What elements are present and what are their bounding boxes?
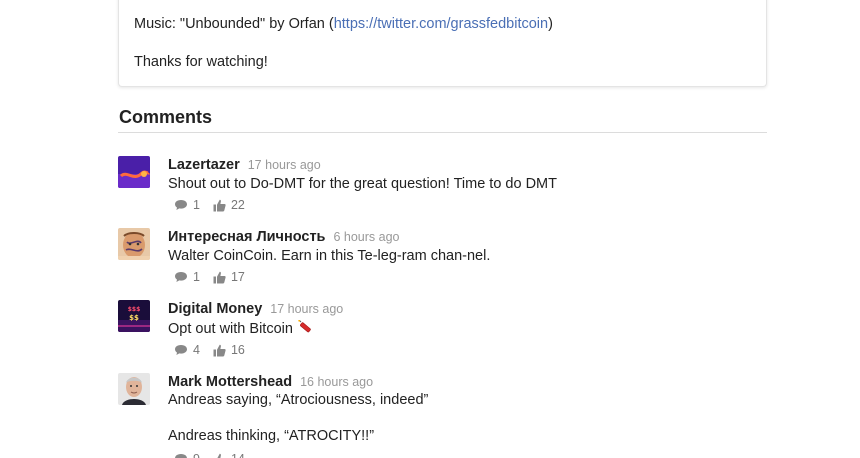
like-count: 17 [230, 270, 245, 284]
comment-actions: 1 17 [174, 270, 258, 284]
thanks-text: Thanks for watching! [134, 54, 268, 70]
like-count: 22 [230, 198, 245, 212]
comments-divider [118, 132, 767, 133]
comment-meta: Digital Money 17 hours ago [168, 300, 343, 318]
comment-author[interactable]: Mark Mottershead [168, 374, 292, 390]
like-icon[interactable] [213, 271, 226, 284]
comment-text: Walter CoinCoin. Earn in this Te-leg-ram… [168, 248, 491, 264]
like-icon[interactable] [213, 344, 226, 357]
comment-author[interactable]: Интересная Личность [168, 229, 325, 245]
music-credit-link[interactable]: https://twitter.com/grassfedbitcoin [334, 16, 548, 32]
video-description-card: Music: "Unbounded" by Orfan (https://twi… [118, 0, 767, 87]
comment-text: Andreas saying, “Atrociousness, indeed” [168, 392, 429, 408]
neon-money-avatar[interactable]: $$$ $$ [118, 300, 150, 332]
reply-icon[interactable] [174, 344, 188, 356]
comment-meta: Интересная Личность 6 hours ago [168, 228, 400, 246]
comment-text: Andreas thinking, “ATROCITY!!” [168, 428, 375, 444]
reply-icon[interactable] [174, 199, 188, 211]
comment-actions: 1 22 [174, 198, 258, 212]
comment-actions: 9 14 [174, 452, 258, 458]
reply-count: 9 [193, 452, 200, 458]
comment-item: Lazertazer 17 hours ago Shout out to Do-D… [118, 156, 768, 218]
comment-time[interactable]: 17 hours ago [270, 302, 343, 316]
comment-text: Shout out to Do-DMT for the great questi… [168, 176, 557, 192]
comment-actions: 4 16 [174, 343, 258, 357]
comment-time[interactable]: 16 hours ago [300, 375, 373, 389]
svg-text:$$$: $$$ [128, 306, 141, 313]
reply-count: 4 [193, 343, 200, 357]
purple-abstract-avatar[interactable] [118, 156, 150, 188]
comment-time[interactable]: 17 hours ago [248, 158, 321, 172]
comment-item: $$$ $$ Digital Money 17 hours ago Opt out… [118, 300, 768, 362]
comments-heading: Comments [119, 107, 213, 127]
comment-text: Opt out with Bitcoin [168, 320, 293, 337]
reply-count: 1 [193, 270, 200, 284]
like-count: 14 [231, 452, 245, 458]
like-count: 16 [230, 343, 245, 357]
music-credit: Music: "Unbounded" by Orfan (https://twi… [134, 16, 553, 32]
comment-author[interactable]: Digital Money [168, 301, 262, 317]
comment-text-row: Opt out with Bitcoin [168, 319, 312, 338]
dynamite-icon [298, 319, 312, 338]
comment-author[interactable]: Lazertazer [168, 157, 240, 173]
comment-item: Интересная Личность 6 hours ago Walter Co… [118, 228, 768, 290]
like-icon[interactable] [213, 453, 226, 458]
reply-icon[interactable] [174, 453, 188, 458]
reply-count: 1 [193, 198, 200, 212]
svg-text:$$: $$ [129, 314, 139, 322]
like-icon[interactable] [213, 199, 226, 212]
comment-meta: Mark Mottershead 16 hours ago [168, 373, 373, 391]
comment-time[interactable]: 6 hours ago [333, 230, 399, 244]
reply-icon[interactable] [174, 271, 188, 283]
comment-item: Mark Mottershead 16 hours ago Andreas say… [118, 373, 768, 458]
comment-meta: Lazertazer 17 hours ago [168, 156, 321, 174]
man-portrait-avatar[interactable] [118, 373, 150, 405]
tattoo-face-avatar[interactable] [118, 228, 150, 260]
